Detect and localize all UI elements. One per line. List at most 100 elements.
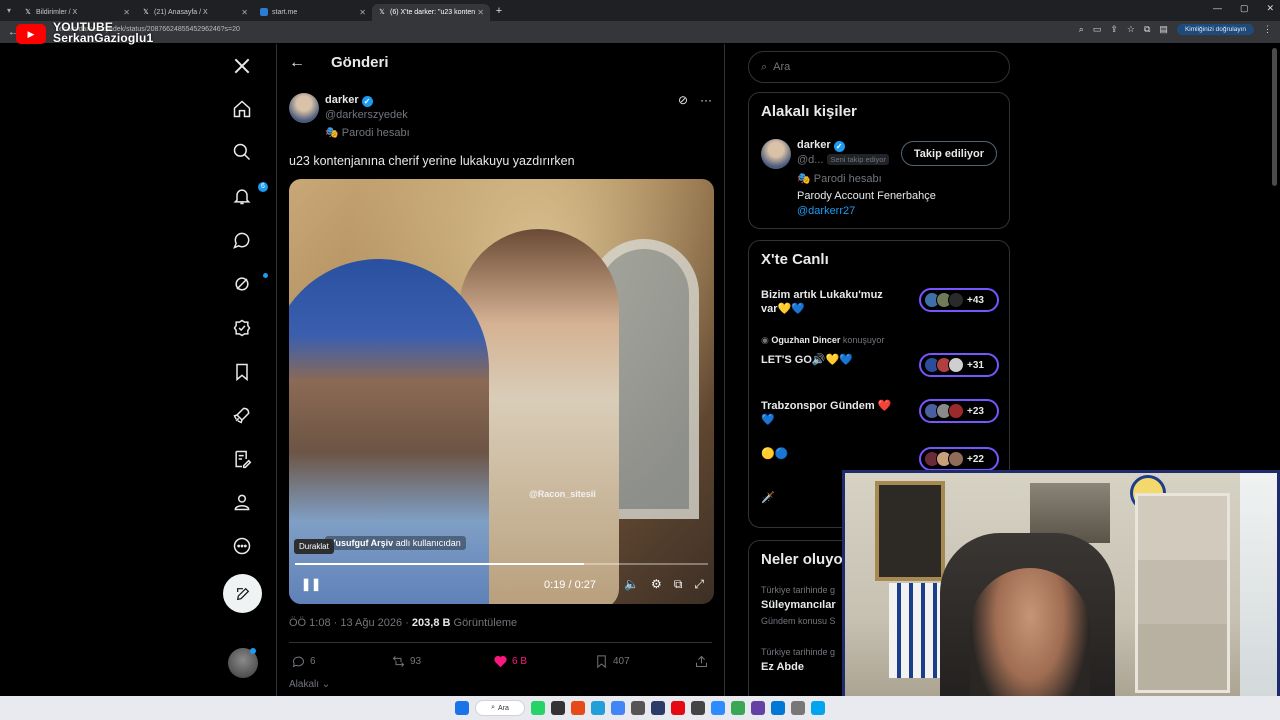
parody-mask-icon: 🎭 [797, 173, 811, 185]
browser-tab[interactable]: 𝕏 Bildirimler / X ✕ [18, 4, 136, 21]
like-button[interactable]: 6 B [493, 654, 527, 669]
video-player[interactable]: @Racon_sitesii Yusufguf Arşiv adlı kulla… [289, 179, 714, 604]
whatsapp-icon[interactable] [531, 701, 545, 715]
maximize-icon[interactable]: ▢ [1240, 3, 1249, 14]
close-window-icon[interactable]: ✕ [1266, 3, 1274, 14]
app-icon[interactable] [551, 701, 565, 715]
verified-orgs-icon[interactable] [228, 314, 256, 342]
sidebar-icon[interactable]: ▤ [1159, 24, 1168, 35]
repost-button[interactable]: 93 [391, 654, 421, 669]
author-handle[interactable]: @darkerszyedek [325, 109, 408, 121]
app-icon[interactable] [691, 701, 705, 715]
video-control-icons: 🔈 ⚙ ⧉ ⤢ [624, 577, 704, 592]
taskbar-search[interactable]: ⌕ Ara [475, 700, 525, 716]
video-credit[interactable]: Yusufguf Arşiv adlı kullanıcıdan [325, 536, 466, 550]
trend-name: Ez Abde [761, 661, 804, 673]
fullscreen-icon[interactable]: ⤢ [694, 577, 704, 592]
following-button[interactable]: Takip ediliyor [900, 141, 997, 166]
volume-icon[interactable]: 🔈 [624, 577, 639, 592]
menu-icon[interactable]: ⋮ [1263, 24, 1272, 35]
video-progress-fill [295, 563, 585, 565]
telegram-icon[interactable] [591, 701, 605, 715]
browser-tab[interactable]: 𝕏 (21) Anasayfa / X ✕ [136, 4, 254, 21]
picture-in-picture-icon[interactable]: ⧉ [674, 577, 683, 592]
zoom-icon[interactable] [711, 701, 725, 715]
app-icon[interactable] [631, 701, 645, 715]
browser-tab-active[interactable]: 𝕏 (6) X'te darker: "u23 konten ✕ [372, 3, 490, 21]
related-person-name[interactable]: darker ✓ [797, 139, 845, 152]
home-icon[interactable] [228, 95, 256, 123]
back-arrow-icon[interactable]: ← [289, 54, 305, 72]
live-space-item[interactable]: ◉ Oguzhan Dincer konuşuyor LET'S GO🔊💛💙 +… [761, 335, 999, 377]
live-listeners-pill[interactable]: +23 [919, 399, 999, 423]
related-person-link[interactable]: @darkerr27 [797, 205, 855, 217]
post-timestamp[interactable]: ÖÖ 1:08 · 13 Ağu 2026 · [289, 617, 412, 629]
tab-search-icon[interactable]: ▾ [0, 6, 18, 15]
live-listeners-pill[interactable]: +22 [919, 447, 999, 471]
video-progress-bar[interactable] [295, 563, 708, 565]
articles-icon[interactable] [228, 445, 256, 473]
x-logo-icon[interactable] [228, 52, 256, 80]
reply-icon [292, 656, 304, 668]
new-tab-button[interactable]: + [490, 5, 508, 17]
zoom-icon[interactable]: ⌕ [1079, 24, 1084, 35]
post-actions: 6 93 6 B 407 [277, 654, 724, 670]
notifications-bell-icon[interactable]: 6 [228, 182, 268, 210]
tab-close-icon[interactable]: ✕ [241, 8, 248, 17]
settings-gear-icon[interactable]: ⚙ [651, 577, 662, 592]
tab-close-icon[interactable]: ✕ [123, 8, 130, 17]
related-person-handle[interactable]: @d... Seni takip ediyor [797, 154, 889, 166]
live-listeners-pill[interactable]: +43 [919, 288, 999, 312]
share-button[interactable] [694, 654, 709, 669]
browser-tab[interactable]: start.me ✕ [254, 4, 372, 21]
app-icon[interactable] [751, 701, 765, 715]
start-icon[interactable] [455, 701, 469, 715]
pause-icon[interactable]: ❚❚ [301, 577, 321, 591]
page-title: Gönderi [331, 54, 389, 71]
related-dropdown[interactable]: Alakalı ⌄ [289, 679, 330, 690]
app-icon[interactable] [811, 701, 825, 715]
listener-avatar [948, 451, 964, 467]
post-more-icon[interactable]: ··· [700, 93, 712, 107]
tab-close-icon[interactable]: ✕ [359, 8, 366, 17]
trend-item[interactable]: Türkiye tarihinde g Ez Abde [761, 647, 835, 673]
cast-icon[interactable]: ▭ [1093, 24, 1102, 35]
bookmarks-icon[interactable] [228, 358, 256, 386]
chrome-icon[interactable] [611, 701, 625, 715]
trend-item[interactable]: Türkiye tarihinde g Süleymancılar Gündem… [761, 585, 836, 626]
minimize-icon[interactable]: — [1213, 3, 1222, 14]
app-icon[interactable] [771, 701, 785, 715]
app-icon[interactable] [791, 701, 805, 715]
page-scrollbar[interactable] [1272, 48, 1277, 186]
bookmark-button[interactable]: 407 [594, 654, 630, 669]
author-name[interactable]: darker ✓ [325, 94, 373, 107]
tab-close-icon[interactable]: ✕ [477, 8, 484, 17]
bookmark-star-icon[interactable]: ☆ [1127, 24, 1135, 35]
messages-icon[interactable] [228, 226, 256, 254]
live-listeners-pill[interactable]: +31 [919, 353, 999, 377]
app-icon[interactable] [731, 701, 745, 715]
extensions-icon[interactable]: ⧉ [1144, 24, 1150, 35]
search-icon[interactable] [228, 138, 256, 166]
bookmark-icon [597, 655, 606, 669]
share-icon[interactable]: ⇪ [1110, 24, 1118, 35]
grok-explain-icon[interactable]: ⊘ [678, 93, 688, 107]
profile-icon[interactable] [228, 488, 256, 516]
live-space-item[interactable]: Bizim artık Lukaku'muz var💛💙 +43 [761, 288, 999, 318]
app-icon[interactable] [651, 701, 665, 715]
verify-identity-button[interactable]: Kimliğinizi doğrulayın [1176, 24, 1254, 35]
more-options-icon[interactable] [228, 532, 256, 560]
jobs-rocket-icon[interactable] [228, 401, 256, 429]
search-input[interactable]: ⌕ Ara [748, 51, 1010, 83]
netflix-icon[interactable] [671, 701, 685, 715]
reply-button[interactable]: 6 [291, 654, 316, 669]
grok-icon[interactable] [228, 270, 268, 298]
x-favicon-icon: 𝕏 [379, 9, 385, 16]
app-icon[interactable] [571, 701, 585, 715]
author-avatar[interactable] [289, 93, 319, 123]
live-space-item[interactable]: Trabzonspor Gündem ❤️💙 +23 [761, 399, 999, 429]
compose-post-button[interactable] [223, 574, 262, 613]
heart-icon [494, 656, 507, 668]
listener-avatar [948, 292, 964, 308]
related-person-avatar[interactable] [761, 139, 791, 169]
